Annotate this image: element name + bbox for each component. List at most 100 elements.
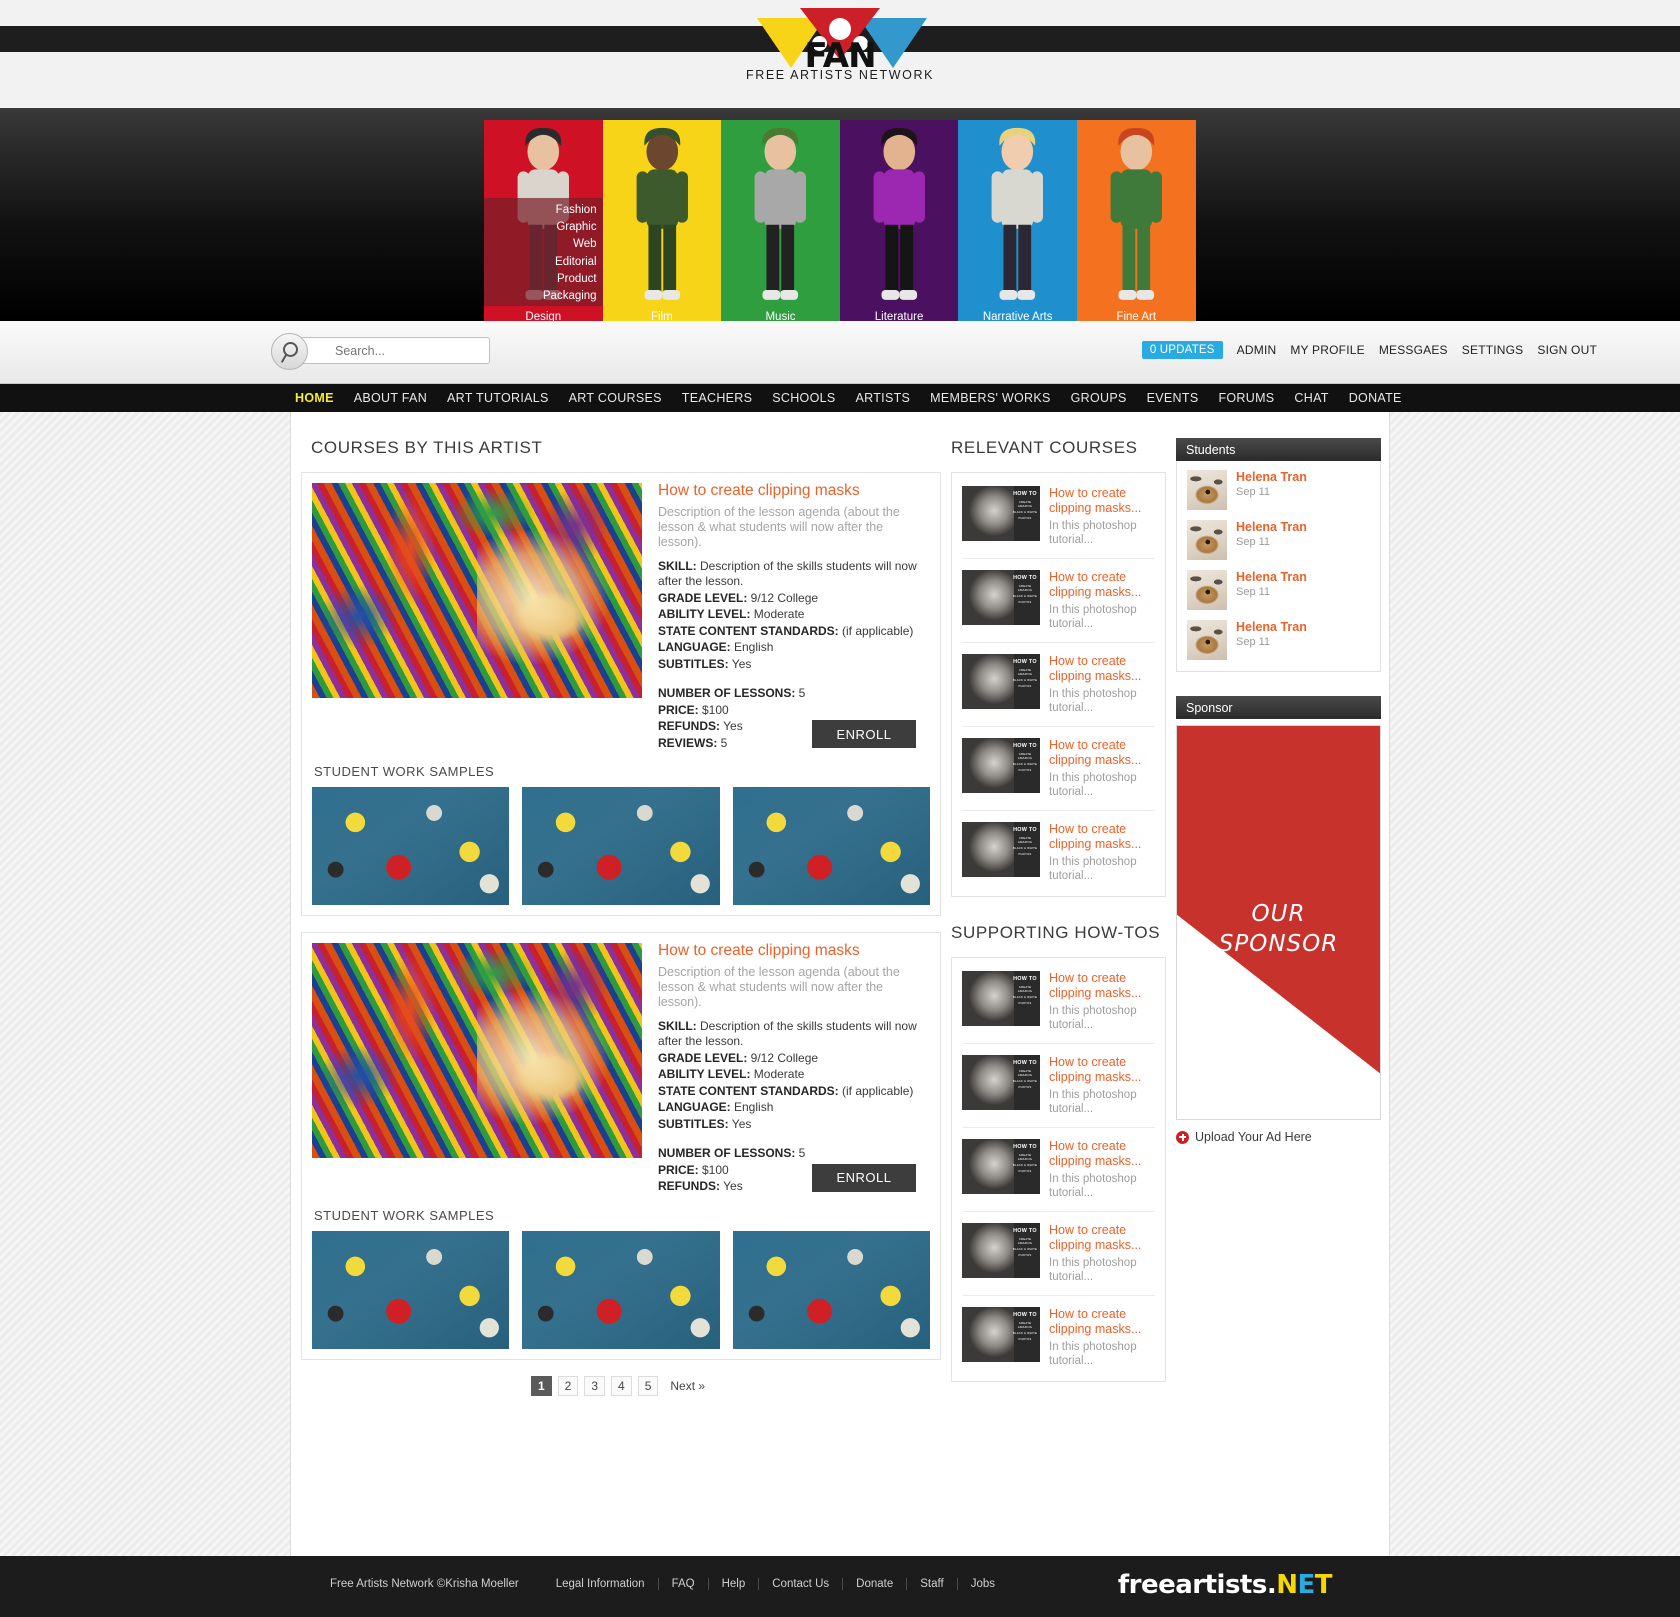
hero-panel-music[interactable]	[721, 120, 840, 307]
footer-link-donate[interactable]: Donate	[842, 1578, 906, 1590]
pagination-page-5[interactable]: 5	[637, 1375, 659, 1396]
account-link-admin[interactable]: ADMIN	[1237, 343, 1277, 357]
nav-item-about-fan[interactable]: ABOUT FAN	[354, 391, 427, 405]
account-link-settings[interactable]: SETTINGS	[1462, 343, 1524, 357]
howto-thumbnail[interactable]: HOW TO CREATE AMAZING BLACK & WHITE PHOTOS	[962, 1307, 1040, 1362]
nav-item-art-tutorials[interactable]: ART TUTORIALS	[447, 391, 549, 405]
footer-link-staff[interactable]: Staff	[906, 1578, 956, 1590]
course-artwork[interactable]	[312, 483, 642, 698]
student-name[interactable]: Helena Tran	[1236, 620, 1307, 635]
howto-thumbnail[interactable]: HOW TO CREATE AMAZING BLACK & WHITE PHOTOS	[962, 486, 1040, 541]
site-logo[interactable]: FAN FREE ARTISTS NETWORK	[745, 6, 935, 82]
design-submenu-item-product[interactable]: Product	[484, 271, 597, 288]
nav-item-groups[interactable]: GROUPS	[1071, 391, 1127, 405]
list-item[interactable]: HOW TO CREATE AMAZING BLACK & WHITE PHOTOS H…	[962, 1212, 1155, 1296]
search-box[interactable]	[271, 333, 490, 370]
list-item[interactable]: HOW TO CREATE AMAZING BLACK & WHITE PHOTOS H…	[962, 811, 1155, 894]
list-item-title[interactable]: How to create clipping masks...	[1049, 738, 1155, 767]
howto-thumbnail[interactable]: HOW TO CREATE AMAZING BLACK & WHITE PHOTOS	[962, 654, 1040, 709]
design-submenu-item-packaging[interactable]: Packaging	[484, 288, 597, 305]
nav-item-home[interactable]: HOME	[295, 391, 334, 405]
design-submenu-item-graphic[interactable]: Graphic	[484, 219, 596, 236]
howto-thumbnail[interactable]: HOW TO CREATE AMAZING BLACK & WHITE PHOTOS	[962, 1223, 1040, 1278]
list-item[interactable]: HOW TO CREATE AMAZING BLACK & WHITE PHOTOS H…	[962, 1128, 1155, 1212]
howto-thumbnail[interactable]: HOW TO CREATE AMAZING BLACK & WHITE PHOTOS	[962, 1139, 1040, 1194]
student-work-thumb[interactable]	[732, 787, 930, 905]
course-title[interactable]: How to create clipping masks	[658, 483, 930, 499]
nav-item-art-courses[interactable]: ART COURSES	[569, 391, 662, 405]
student-work-thumb[interactable]	[522, 787, 720, 905]
nav-item-forums[interactable]: FORUMS	[1218, 391, 1274, 405]
howto-thumbnail[interactable]: HOW TO CREATE AMAZING BLACK & WHITE PHOTOS	[962, 570, 1040, 625]
student-work-thumb[interactable]	[522, 1230, 720, 1349]
student-row[interactable]: Helena Tran Sep 11	[1185, 565, 1372, 615]
account-link-sign-out[interactable]: SIGN OUT	[1537, 343, 1597, 357]
nav-item-donate[interactable]: DONATE	[1349, 391, 1402, 405]
list-item-title[interactable]: How to create clipping masks...	[1049, 1055, 1155, 1084]
student-name[interactable]: Helena Tran	[1236, 470, 1307, 485]
student-work-thumb[interactable]	[312, 787, 510, 905]
list-item[interactable]: HOW TO CREATE AMAZING BLACK & WHITE PHOTOS H…	[962, 643, 1155, 727]
list-item-title[interactable]: How to create clipping masks...	[1049, 1223, 1155, 1252]
student-row[interactable]: Helena Tran Sep 11	[1185, 465, 1372, 515]
nav-item-schools[interactable]: SCHOOLS	[772, 391, 835, 405]
pagination-page-2[interactable]: 2	[557, 1375, 579, 1396]
footer-link-faq[interactable]: FAQ	[657, 1578, 708, 1590]
course-artwork[interactable]	[312, 943, 642, 1158]
upload-ad-link[interactable]: Upload Your Ad Here	[1176, 1130, 1381, 1144]
list-item[interactable]: HOW TO CREATE AMAZING BLACK & WHITE PHOTOS H…	[962, 960, 1155, 1044]
nav-item-teachers[interactable]: TEACHERS	[682, 391, 752, 405]
hero-panel-literature[interactable]	[839, 120, 959, 307]
footer-link-legal-information[interactable]: Legal Information	[543, 1578, 658, 1590]
nav-item-events[interactable]: EVENTS	[1147, 391, 1199, 405]
design-submenu-item-fashion[interactable]: Fashion	[484, 202, 597, 219]
search-input[interactable]	[291, 338, 489, 363]
pagination-next[interactable]: Next »	[664, 1376, 711, 1396]
list-item[interactable]: HOW TO CREATE AMAZING BLACK & WHITE PHOTOS H…	[962, 559, 1155, 643]
account-link-my-profile[interactable]: MY PROFILE	[1290, 343, 1364, 357]
enroll-button[interactable]: ENROLL	[812, 1163, 916, 1192]
list-item-title[interactable]: How to create clipping masks...	[1049, 822, 1155, 851]
list-item-title[interactable]: How to create clipping masks...	[1049, 654, 1155, 683]
student-row[interactable]: Helena Tran Sep 11	[1185, 615, 1372, 665]
enroll-button[interactable]: ENROLL	[812, 720, 916, 748]
howto-thumbnail[interactable]: HOW TO CREATE AMAZING BLACK & WHITE PHOTOS	[962, 822, 1040, 877]
list-item-title[interactable]: How to create clipping masks...	[1049, 1139, 1155, 1168]
list-item[interactable]: HOW TO CREATE AMAZING BLACK & WHITE PHOTOS H…	[962, 475, 1155, 559]
sponsor-ad[interactable]: OUR SPONSOR	[1176, 725, 1381, 1120]
footer-link-contact-us[interactable]: Contact Us	[758, 1578, 842, 1590]
list-item-title[interactable]: How to create clipping masks...	[1049, 570, 1155, 599]
list-item-title[interactable]: How to create clipping masks...	[1049, 1307, 1155, 1336]
student-work-thumb[interactable]	[312, 1230, 510, 1349]
nav-item-artists[interactable]: ARTISTS	[856, 391, 911, 405]
pagination-page-4[interactable]: 4	[611, 1375, 632, 1396]
howto-thumbnail[interactable]: HOW TO CREATE AMAZING BLACK & WHITE PHOTOS	[962, 971, 1040, 1026]
hero-panel-film[interactable]	[602, 120, 722, 307]
hero-panel-design[interactable]: Fashion Graphic Web Editorial Product Packagi…	[484, 120, 603, 307]
account-link-messgaes[interactable]: MESSGAES	[1379, 343, 1448, 357]
nav-item-chat[interactable]: CHAT	[1294, 391, 1328, 405]
hero-panel-fine-art[interactable]	[1076, 120, 1196, 307]
student-name[interactable]: Helena Tran	[1236, 520, 1307, 535]
list-item[interactable]: HOW TO CREATE AMAZING BLACK & WHITE PHOTOS H…	[962, 727, 1155, 811]
student-work-thumb[interactable]	[732, 1230, 930, 1349]
design-submenu-item-web[interactable]: Web	[484, 236, 596, 253]
design-submenu[interactable]: Fashion Graphic Web Editorial Product Packagi…	[484, 198, 603, 307]
design-submenu-item-editorial[interactable]: Editorial	[484, 254, 597, 271]
course-title[interactable]: How to create clipping masks	[658, 943, 930, 959]
hero-panel-narrative-arts[interactable]	[958, 120, 1077, 307]
pagination-page-3[interactable]: 3	[584, 1375, 605, 1396]
howto-thumbnail[interactable]: HOW TO CREATE AMAZING BLACK & WHITE PHOTOS	[962, 738, 1040, 793]
list-item-title[interactable]: How to create clipping masks...	[1049, 971, 1155, 1000]
list-item[interactable]: HOW TO CREATE AMAZING BLACK & WHITE PHOTOS H…	[962, 1044, 1155, 1128]
footer-link-jobs[interactable]: Jobs	[956, 1578, 1008, 1590]
howto-thumbnail[interactable]: HOW TO CREATE AMAZING BLACK & WHITE PHOTOS	[962, 1055, 1040, 1110]
student-name[interactable]: Helena Tran	[1236, 570, 1307, 585]
updates-badge[interactable]: 0 UPDATES	[1141, 341, 1223, 359]
list-item[interactable]: HOW TO CREATE AMAZING BLACK & WHITE PHOTOS H…	[962, 1296, 1155, 1379]
list-item-title[interactable]: How to create clipping masks...	[1049, 486, 1155, 515]
nav-item-members-works[interactable]: MEMBERS' WORKS	[930, 391, 1050, 405]
footer-link-help[interactable]: Help	[707, 1578, 759, 1590]
student-row[interactable]: Helena Tran Sep 11	[1185, 515, 1372, 565]
pagination-page-1[interactable]: 1	[530, 1375, 552, 1396]
